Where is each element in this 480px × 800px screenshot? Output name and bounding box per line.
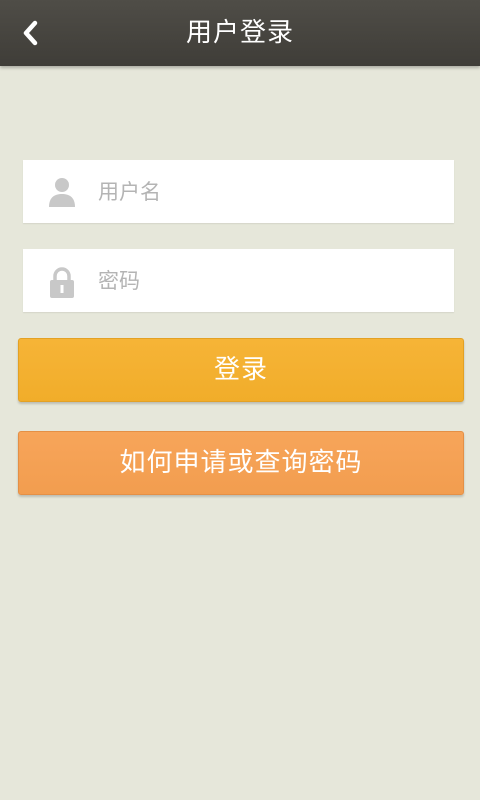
username-field bbox=[23, 160, 454, 223]
password-help-button[interactable]: 如何申请或查询密码 bbox=[18, 431, 464, 495]
top-bar: 用户登录 bbox=[0, 0, 480, 66]
password-input[interactable] bbox=[98, 249, 438, 312]
lock-icon bbox=[50, 267, 74, 298]
page-title: 用户登录 bbox=[185, 18, 294, 48]
username-input[interactable] bbox=[98, 160, 438, 223]
password-field bbox=[23, 249, 454, 312]
user-icon bbox=[49, 178, 75, 207]
login-button[interactable]: 登录 bbox=[18, 338, 464, 402]
